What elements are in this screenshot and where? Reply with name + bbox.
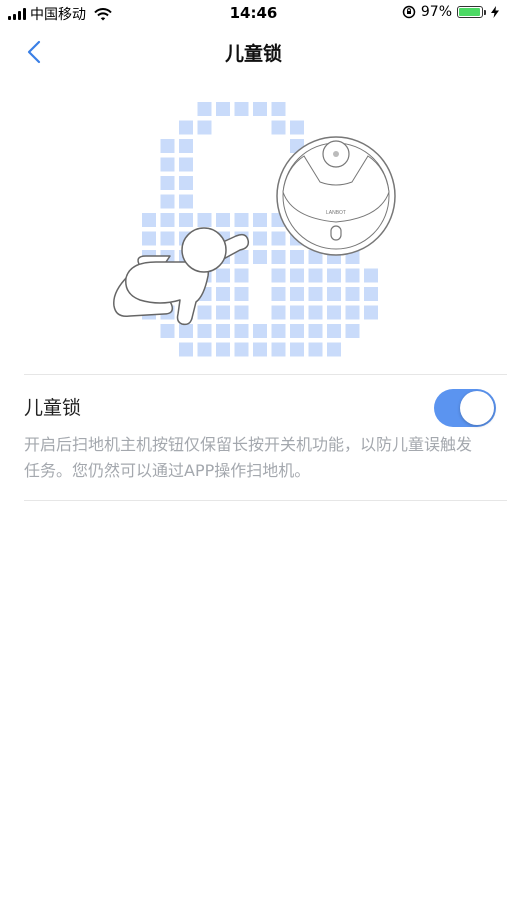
lock-pixel [197, 102, 212, 116]
toggle-knob[interactable] [460, 391, 494, 425]
divider-top [24, 374, 507, 375]
lock-pixel [216, 305, 230, 320]
lock-pixel [327, 305, 341, 320]
lock-pixel [290, 268, 304, 283]
lock-pixel [308, 342, 323, 357]
lock-pixel [253, 250, 267, 264]
lock-pixel [179, 342, 193, 357]
lock-pixel [345, 324, 360, 338]
status-right: 97% [402, 4, 499, 20]
lock-pixel [179, 120, 193, 135]
lock-pixel [179, 176, 193, 190]
lock-pixel [234, 102, 249, 116]
lock-pixel [160, 324, 175, 338]
lock-pixel [234, 342, 249, 357]
lock-pixel [290, 287, 304, 301]
lock-pixel [142, 213, 156, 227]
nav-bar: 儿童锁 [0, 28, 507, 76]
lock-pixel [345, 268, 360, 283]
setting-title: 儿童锁 [24, 397, 82, 419]
illustration-svg: LANBOT [113, 102, 396, 357]
lock-pixel [345, 287, 360, 301]
lock-pixel [179, 324, 193, 338]
lock-pixel [290, 342, 304, 357]
lock-pixel [271, 305, 286, 320]
lock-pixel [216, 287, 230, 301]
lock-pixel [160, 176, 175, 190]
lock-pixel [327, 287, 341, 301]
robot-brand-label: LANBOT [326, 210, 346, 216]
lock-pixel [327, 342, 341, 357]
lock-pixel [216, 213, 230, 227]
robot-vacuum-icon: LANBOT [276, 136, 396, 256]
lock-pixel [197, 213, 212, 227]
lock-pixel [179, 157, 193, 172]
lock-pixel [364, 305, 378, 320]
lock-pixel [216, 102, 230, 116]
lock-pixel [234, 324, 249, 338]
lock-pixel [160, 194, 175, 209]
lock-pixel [216, 268, 230, 283]
lock-pixel [216, 342, 230, 357]
lock-pixel [234, 305, 249, 320]
lock-pixel [234, 268, 249, 283]
rotation-lock-icon [402, 5, 416, 19]
battery-icon [457, 6, 486, 18]
lock-pixel [345, 305, 360, 320]
lock-pixel [271, 324, 286, 338]
lock-pixel [179, 213, 193, 227]
lock-pixel [197, 324, 212, 338]
lock-pixel [271, 287, 286, 301]
battery-percent: 97% [420, 4, 452, 20]
lock-pixel [216, 324, 230, 338]
lock-pixel [290, 250, 304, 264]
lock-pixel [271, 120, 286, 135]
lock-pixel [234, 287, 249, 301]
setting-description: 开启后扫地机主机按钮仅保留长按开关机功能，以防儿童误触发任务。您仍然可以通过AP… [24, 435, 473, 480]
child-lock-toggle[interactable] [434, 389, 496, 427]
status-bar: 中国移动 14:46 97% [0, 0, 507, 28]
lock-pixel [271, 250, 286, 264]
lock-pixel [290, 324, 304, 338]
child-lock-illustration: LANBOT [100, 96, 410, 358]
lock-pixel [160, 231, 175, 246]
lock-pixel [308, 324, 323, 338]
lock-pixel [308, 287, 323, 301]
lock-pixel [271, 342, 286, 357]
battery-fill [459, 8, 481, 16]
lock-pixel [271, 231, 286, 246]
lock-pixel [197, 342, 212, 357]
lock-pixel [308, 305, 323, 320]
lock-pixel [179, 139, 193, 153]
lock-pixel [253, 102, 267, 116]
lock-pixel [179, 194, 193, 209]
lock-pixel [253, 231, 267, 246]
lock-pixel [142, 231, 156, 246]
lock-pixel [197, 305, 212, 320]
divider-bottom [24, 500, 507, 501]
lock-pixel [271, 268, 286, 283]
lock-pixel [160, 157, 175, 172]
lock-pixel [290, 120, 304, 135]
lock-pixel [308, 268, 323, 283]
lock-pixel [290, 305, 304, 320]
lock-pixel [197, 120, 212, 135]
lock-pixel [160, 213, 175, 227]
lock-pixel [253, 324, 267, 338]
lock-pixel [327, 324, 341, 338]
lock-pixel [160, 139, 175, 153]
charging-icon [491, 6, 499, 18]
lock-pixel [364, 287, 378, 301]
lock-pixel [253, 342, 267, 357]
lock-pixel [253, 213, 267, 227]
lock-pixel [364, 268, 378, 283]
lock-pixel [327, 268, 341, 283]
page-title: 儿童锁 [224, 43, 282, 65]
lock-pixel [271, 102, 286, 116]
lock-pixel [234, 213, 249, 227]
